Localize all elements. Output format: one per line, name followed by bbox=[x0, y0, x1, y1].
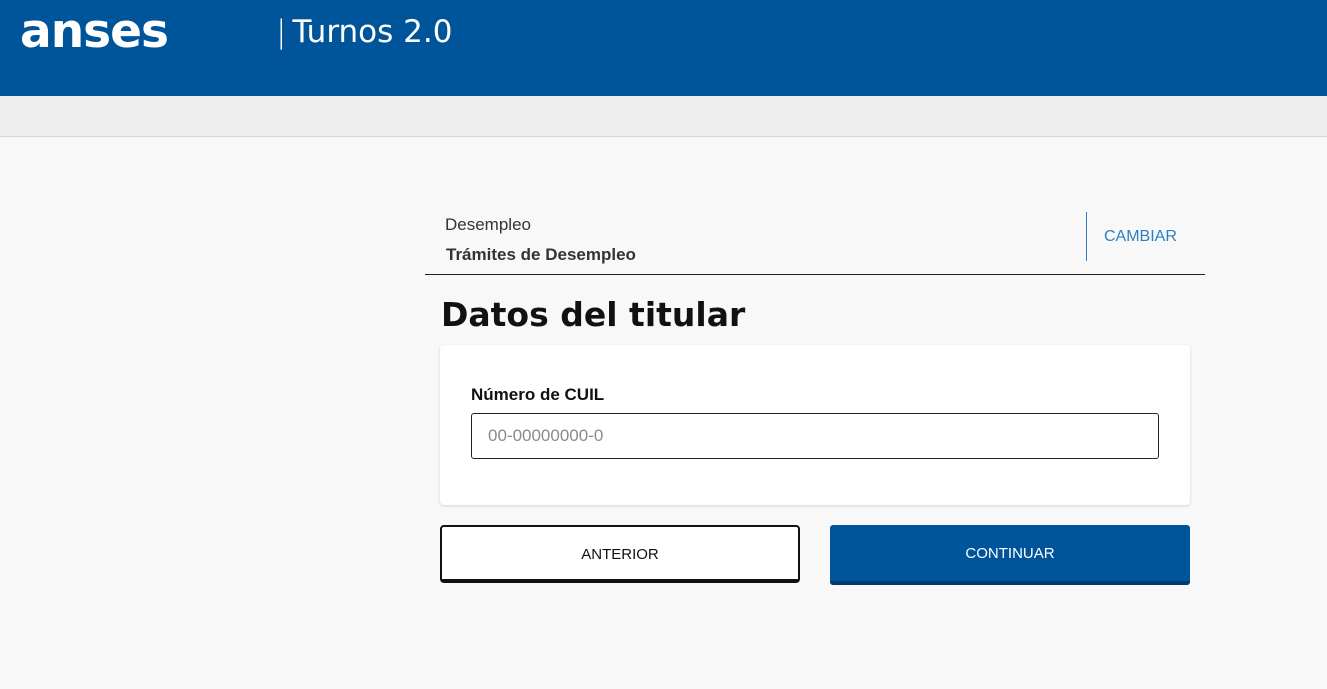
service-divider bbox=[1086, 212, 1087, 261]
app-title: | Turnos 2.0 bbox=[276, 12, 452, 52]
app-title-text: Turnos 2.0 bbox=[292, 14, 453, 50]
cuil-label: Número de CUIL bbox=[471, 385, 605, 404]
cuil-form-card: Número de CUIL bbox=[440, 345, 1190, 505]
sub-navigation-bar bbox=[0, 96, 1327, 137]
page-title: Datos del titular bbox=[441, 295, 746, 334]
top-header: anses | Turnos 2.0 bbox=[0, 0, 1327, 96]
continue-button[interactable]: CONTINUAR bbox=[830, 525, 1190, 585]
cuil-input[interactable] bbox=[471, 413, 1159, 459]
anses-logo[interactable]: anses bbox=[20, 2, 169, 62]
title-separator: | bbox=[276, 14, 287, 50]
selected-service: Desempleo Trámites de Desempleo CAMBIAR bbox=[425, 210, 1205, 275]
change-service-link[interactable]: CAMBIAR bbox=[1104, 228, 1177, 246]
service-name: Trámites de Desempleo bbox=[446, 245, 636, 264]
service-category: Desempleo bbox=[445, 215, 531, 234]
back-button[interactable]: ANTERIOR bbox=[440, 525, 800, 583]
